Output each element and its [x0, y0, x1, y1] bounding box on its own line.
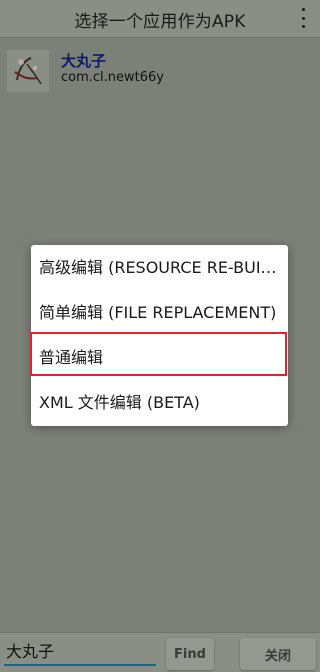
- search-input[interactable]: [4, 636, 156, 666]
- app-logo-icon: [7, 50, 49, 92]
- page-title: 选择一个应用作为APK: [74, 12, 246, 32]
- app-list-item[interactable]: 大丸子 com.cl.newt66y: [0, 44, 320, 94]
- app-package: com.cl.newt66y: [61, 70, 164, 85]
- option-normal-edit[interactable]: 普通编辑: [31, 335, 288, 380]
- title-bar: 选择一个应用作为APK: [0, 0, 320, 38]
- app-name: 大丸子: [61, 52, 107, 70]
- find-button[interactable]: Find: [166, 638, 214, 670]
- option-simple-edit[interactable]: 简单编辑 (FILE REPLACEMENT): [31, 290, 288, 335]
- close-button[interactable]: 关闭: [240, 638, 316, 670]
- overflow-menu-icon[interactable]: [300, 8, 306, 28]
- option-advanced-edit[interactable]: 高级编辑 (RESOURCE RE-BUILD): [31, 245, 288, 290]
- option-xml-edit[interactable]: XML 文件编辑 (BETA): [31, 380, 288, 425]
- edit-mode-dialog: 高级编辑 (RESOURCE RE-BUILD) 简单编辑 (FILE REPL…: [30, 245, 288, 426]
